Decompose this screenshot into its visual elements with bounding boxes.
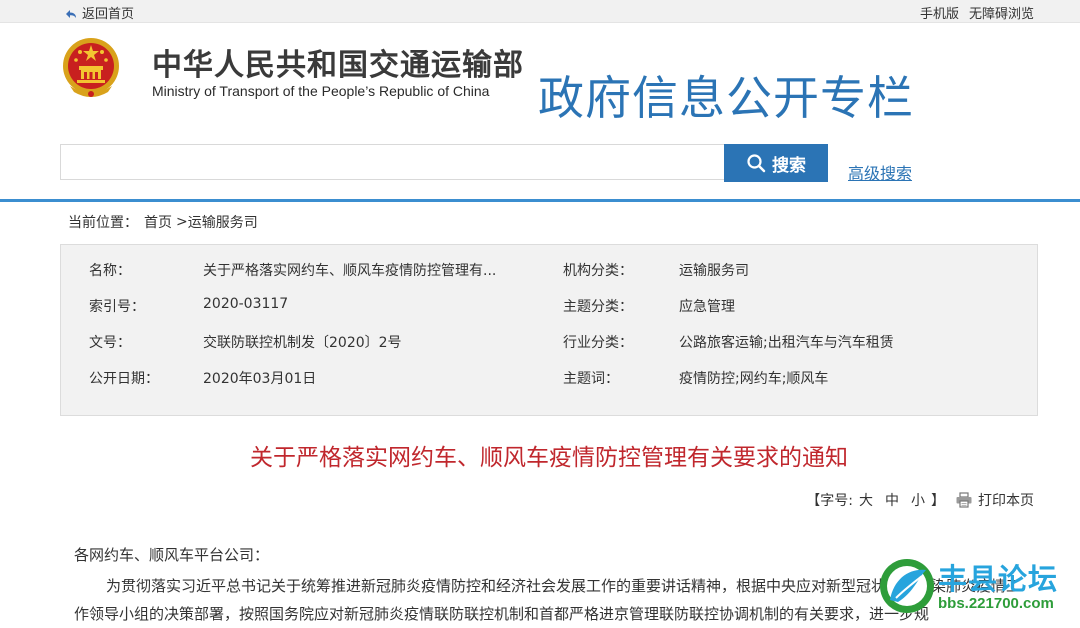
meta-doc-number-value: 交联防联控机制发〔2020〕2号 (203, 335, 402, 351)
header-divider (0, 199, 1080, 202)
mobile-version-link[interactable]: 手机版 (920, 3, 959, 22)
forum-watermark-url: bbs.221700.com (938, 595, 1054, 612)
meta-date-value: 2020年03月01日 (203, 371, 317, 387)
font-size-medium-button[interactable]: 中 (885, 490, 899, 510)
meta-index-value: 2020-03117 (203, 296, 289, 312)
back-home-label: 返回首页 (82, 7, 135, 22)
font-size-prefix: 【字号: (806, 493, 853, 509)
meta-topic-label: 主题分类： (563, 299, 633, 315)
forum-watermark-logo (880, 559, 934, 613)
font-size-large-button[interactable]: 大 (859, 490, 873, 510)
article-greeting: 各网约车、顺风车平台公司： (74, 546, 270, 564)
breadcrumb-separator: > (176, 214, 188, 230)
meta-name-value: 关于严格落实网约车、顺风车疫情防控管理有... (203, 263, 497, 279)
column-title: 政府信息公开专栏 (538, 71, 914, 125)
meta-industry-value: 公路旅客运输;出租汽车与汽车租赁 (679, 335, 894, 351)
print-page-label: 打印本页 (978, 493, 1034, 509)
meta-keywords-label: 主题词： (563, 371, 619, 387)
document-metadata-panel: 名称： 关于严格落实网约车、顺风车疫情防控管理有... 机构分类： 运输服务司 … (60, 244, 1038, 416)
search-input[interactable] (60, 144, 724, 180)
back-home-link[interactable]: 返回首页 (64, 3, 134, 22)
breadcrumb: 当前位置： 首页 > 运输服务司 (68, 212, 258, 232)
meta-org-value: 运输服务司 (679, 263, 749, 279)
advanced-search-link[interactable]: 高级搜索 (848, 160, 912, 184)
accessible-browsing-link[interactable]: 无障碍浏览 (969, 3, 1034, 22)
meta-keywords-value: 疫情防控;网约车;顺风车 (679, 371, 829, 387)
forum-watermark-title: 丰县论坛 (938, 562, 1059, 596)
article-title: 关于严格落实网约车、顺风车疫情防控管理有关要求的通知 (250, 445, 848, 471)
top-right-links: 手机版 无障碍浏览 (920, 3, 1034, 22)
search-icon (747, 154, 766, 173)
article-tools: 【字号: 大 中 小 】 打印本页 (806, 490, 1034, 510)
forum-watermark: 丰县论坛 bbs.221700.com (878, 556, 1078, 618)
top-utility-bar: 返回首页 手机版 无障碍浏览 (0, 0, 1080, 23)
search-button[interactable]: 搜索 (724, 144, 828, 182)
meta-index-label: 索引号： (89, 299, 145, 315)
breadcrumb-home-link[interactable]: 首页 (144, 212, 172, 232)
font-size-suffix: 】 (931, 493, 945, 509)
meta-name-label: 名称： (89, 263, 131, 279)
ministry-chinese-name: 中华人民共和国交通运输部 (152, 48, 524, 83)
meta-industry-label: 行业分类： (563, 335, 633, 351)
back-arrow-icon (66, 9, 76, 18)
meta-org-label: 机构分类： (563, 263, 633, 279)
breadcrumb-current-link[interactable]: 运输服务司 (188, 212, 258, 232)
meta-date-label: 公开日期： (89, 371, 159, 387)
font-size-small-button[interactable]: 小 (911, 490, 925, 510)
search-button-label: 搜索 (772, 155, 806, 175)
meta-doc-number-label: 文号： (89, 335, 131, 351)
breadcrumb-label: 当前位置： (68, 215, 138, 231)
ministry-english-name: Ministry of Transport of the People’s Re… (152, 83, 490, 99)
meta-topic-value: 应急管理 (679, 299, 735, 315)
printer-icon (956, 492, 972, 508)
print-page-link[interactable]: 打印本页 (955, 490, 1034, 510)
national-emblem-logo (60, 36, 122, 100)
